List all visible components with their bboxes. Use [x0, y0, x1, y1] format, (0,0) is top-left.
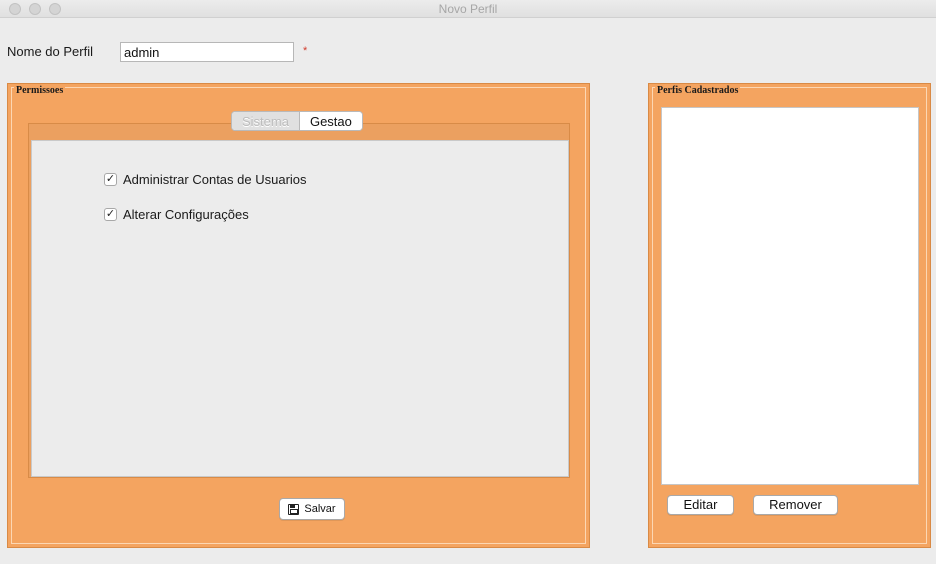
- settings-checkbox[interactable]: ✓: [104, 208, 117, 221]
- permissions-title: Permissoes: [14, 85, 66, 96]
- settings-label: Alterar Configurações: [123, 207, 249, 222]
- permissions-tab-pane: ✓ Administrar Contas de Usuarios ✓ Alter…: [28, 123, 570, 478]
- title-bar: Novo Perfil: [0, 0, 936, 18]
- save-button[interactable]: Salvar: [279, 498, 345, 520]
- tab-gestao[interactable]: Gestao: [299, 112, 362, 130]
- tab-sistema[interactable]: Sistema: [232, 112, 300, 130]
- permissions-panel: Permissoes ✓ Administrar Contas de Usuar…: [7, 83, 590, 548]
- profiles-title: Perfis Cadastrados: [655, 85, 741, 96]
- save-icon: [288, 503, 300, 515]
- required-marker: *: [303, 45, 308, 57]
- remove-button[interactable]: Remover: [753, 495, 838, 515]
- save-button-label: Salvar: [304, 503, 336, 515]
- permissions-tabs: Sistema Gestao: [231, 111, 363, 131]
- tab-content-sistema: ✓ Administrar Contas de Usuarios ✓ Alter…: [31, 140, 569, 477]
- admin-accounts-checkbox[interactable]: ✓: [104, 173, 117, 186]
- profiles-list[interactable]: [661, 107, 919, 485]
- admin-accounts-label: Administrar Contas de Usuarios: [123, 172, 307, 187]
- edit-button[interactable]: Editar: [667, 495, 734, 515]
- profile-name-input[interactable]: [120, 42, 294, 62]
- profiles-panel: Perfis Cadastrados Editar Remover: [648, 83, 931, 548]
- profile-name-label: Nome do Perfil: [7, 44, 93, 59]
- checkbox-row-settings[interactable]: ✓ Alterar Configurações: [104, 207, 249, 222]
- window-title: Novo Perfil: [438, 2, 498, 16]
- checkbox-row-admin-accounts[interactable]: ✓ Administrar Contas de Usuarios: [104, 172, 307, 187]
